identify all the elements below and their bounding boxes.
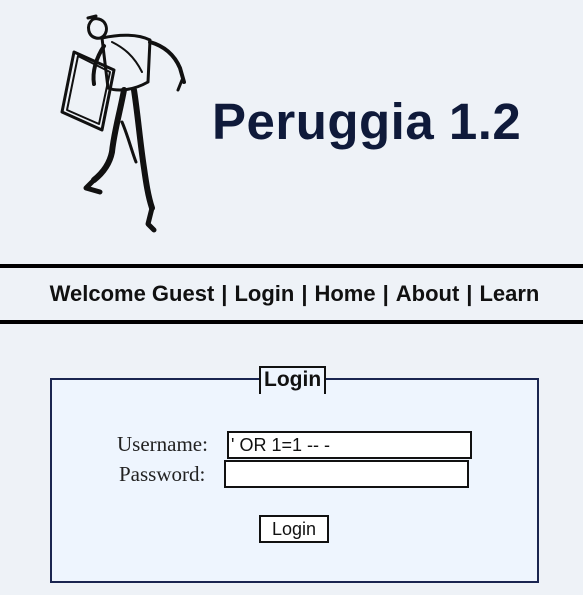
password-label: Password: xyxy=(119,462,206,486)
nav-link-learn[interactable]: Learn xyxy=(479,281,539,307)
nav-bar: Welcome Guest | Login | Home | About | L… xyxy=(0,268,583,320)
nav-divider-bottom xyxy=(0,320,583,324)
nav-separator: | xyxy=(466,281,473,306)
username-input[interactable] xyxy=(227,431,472,459)
password-input[interactable] xyxy=(224,460,469,488)
site-header: Peruggia 1.2 xyxy=(0,0,583,262)
running-man-sketch-icon xyxy=(60,14,186,233)
site-title: Peruggia 1.2 xyxy=(212,93,522,150)
username-label: Username: xyxy=(117,432,208,456)
nav-separator: | xyxy=(301,281,308,306)
welcome-text: Welcome Guest xyxy=(49,281,215,306)
nav-link-home[interactable]: Home xyxy=(314,281,375,307)
login-submit-button[interactable]: Login xyxy=(259,515,329,543)
login-legend: Login xyxy=(259,366,327,394)
nav-link-login[interactable]: Login xyxy=(234,281,294,307)
nav-link-about[interactable]: About xyxy=(396,281,460,307)
login-form: Login Username: Password: Login xyxy=(50,366,539,583)
nav-separator: | xyxy=(221,281,228,306)
nav-separator: | xyxy=(382,281,389,306)
